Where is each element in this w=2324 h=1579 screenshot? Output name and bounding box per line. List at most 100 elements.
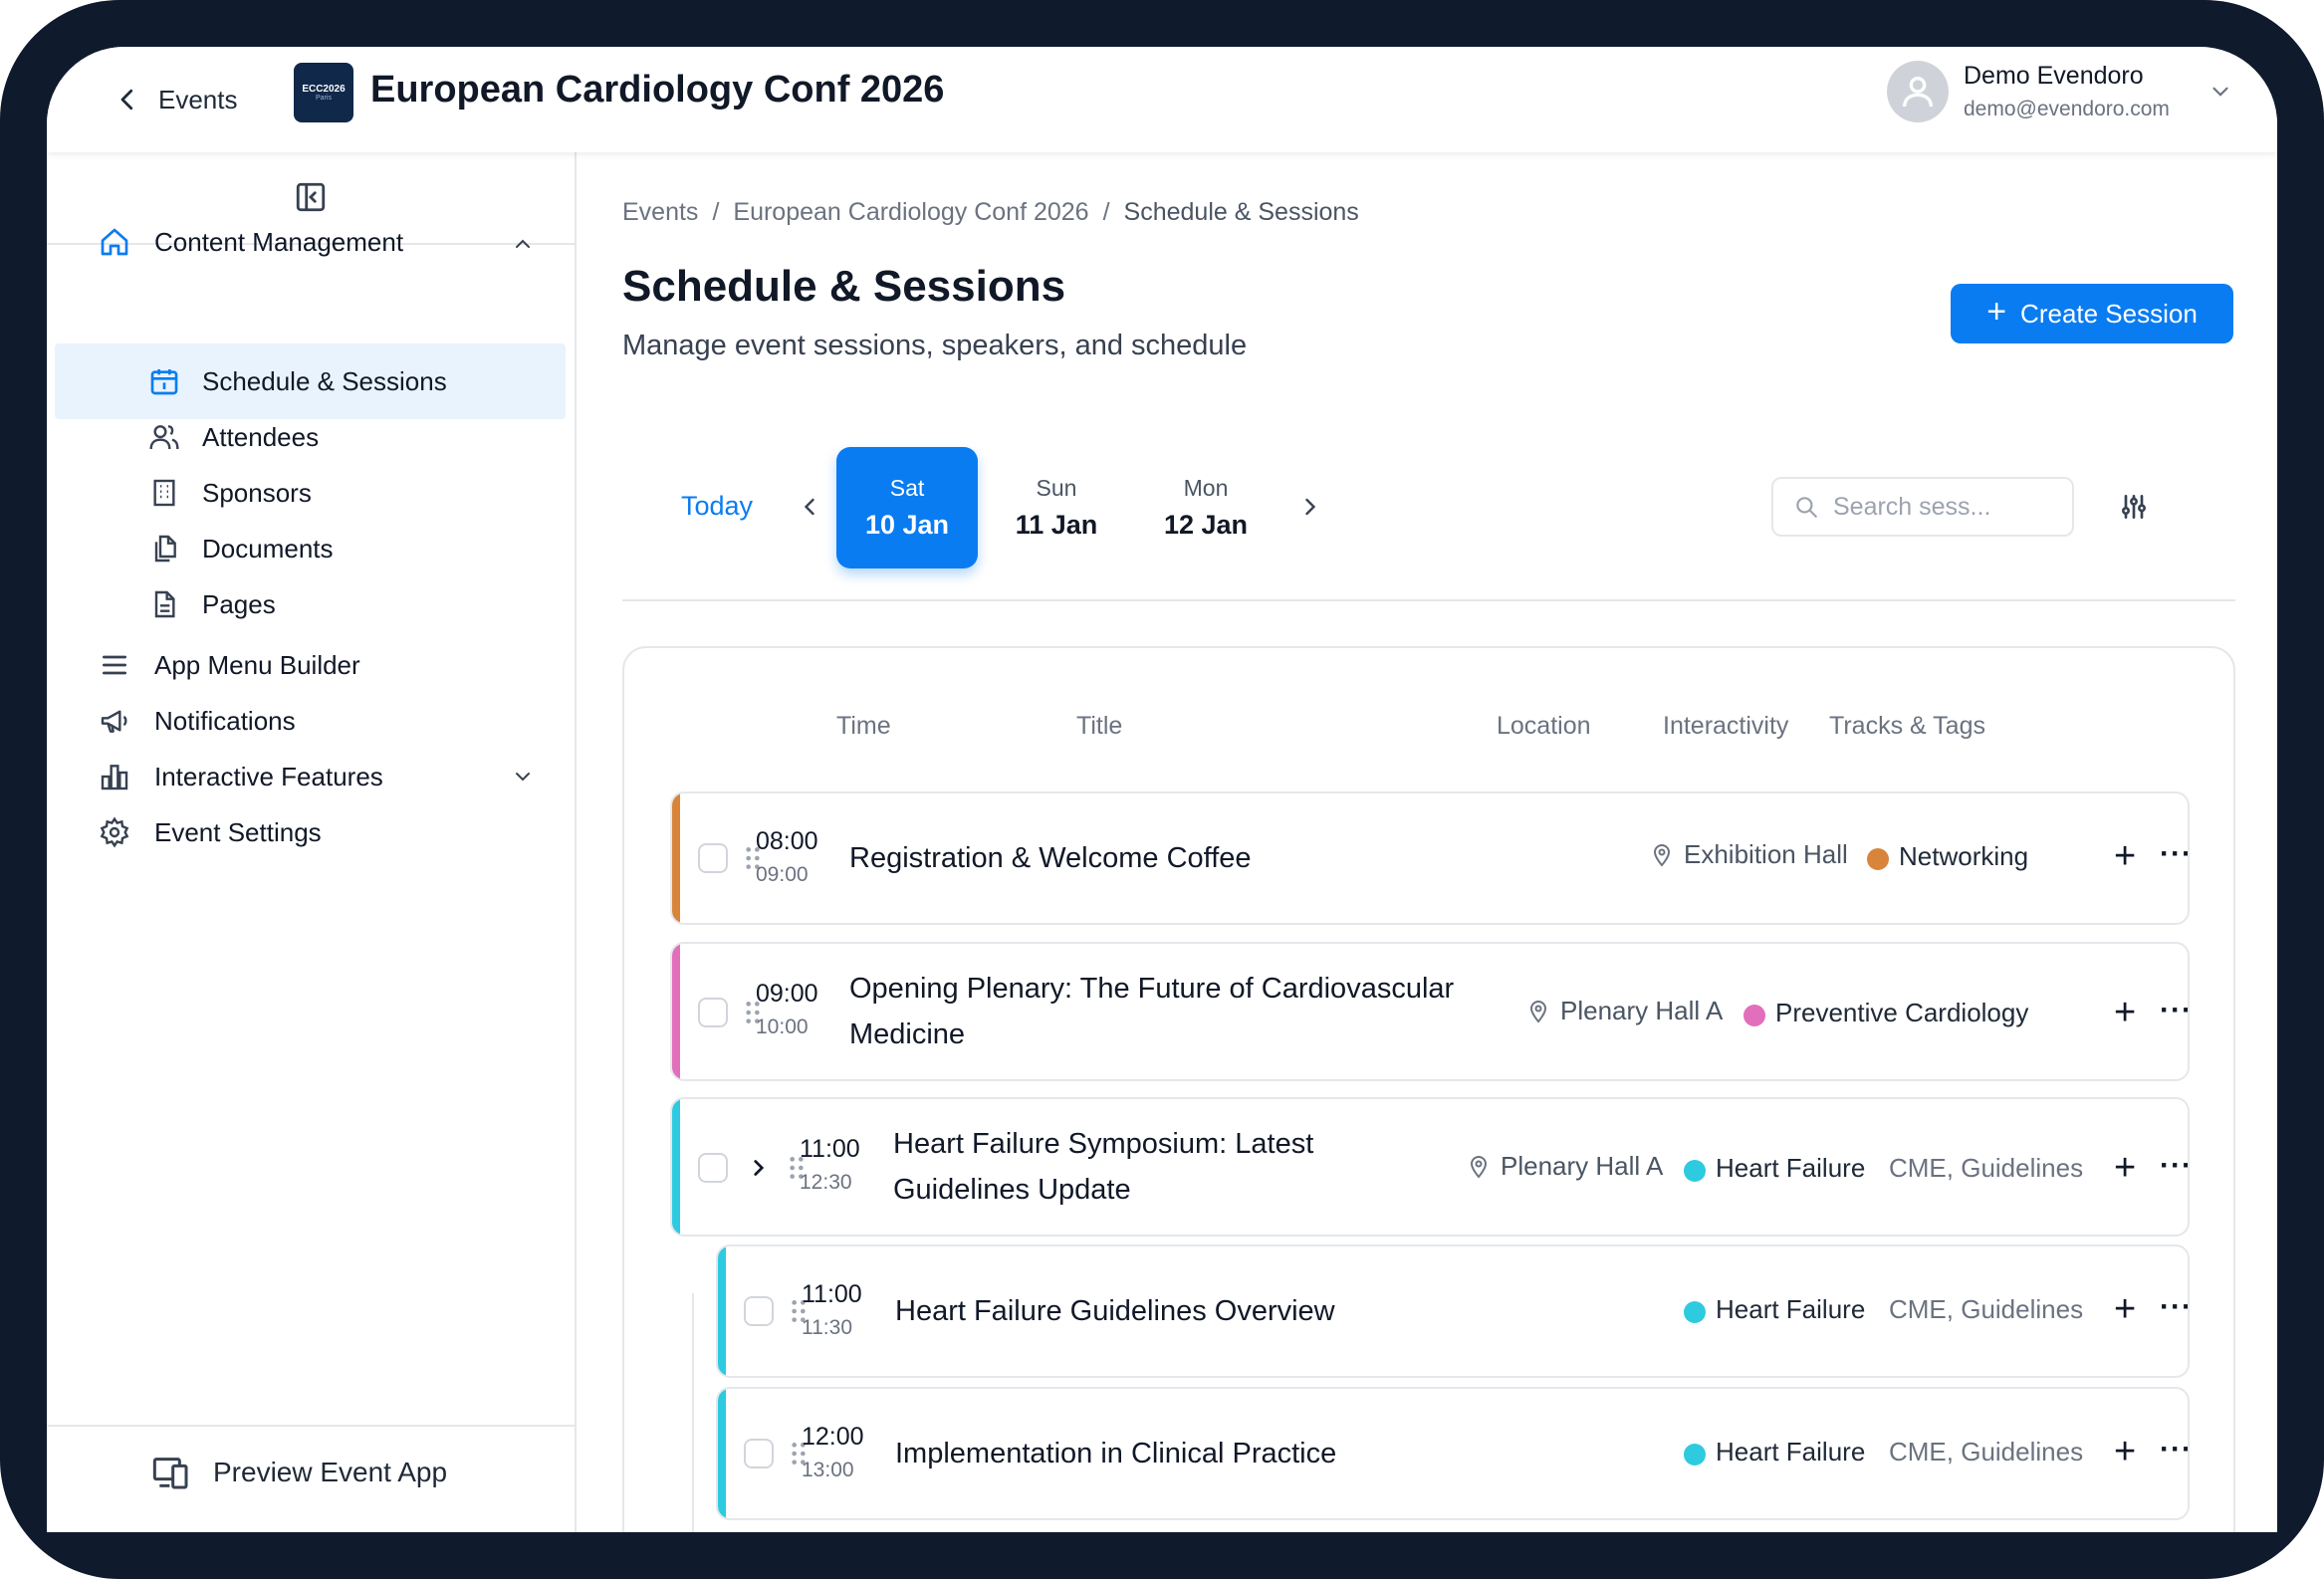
row-checkbox[interactable] xyxy=(698,998,728,1027)
more-options-button[interactable]: ··· xyxy=(2160,1149,2188,1183)
session-start-time: 12:00 xyxy=(802,1423,864,1451)
back-to-events-link[interactable]: Events xyxy=(113,77,238,122)
chevron-up-icon[interactable] xyxy=(511,232,535,256)
page-subtitle: Manage event sessions, speakers, and sch… xyxy=(622,330,1248,361)
table-row[interactable]: 12:00 13:00 Implementation in Clinical P… xyxy=(716,1387,2190,1520)
user-name[interactable]: Demo Evendoro xyxy=(1964,62,2144,91)
more-options-button[interactable]: ··· xyxy=(2160,1290,2188,1324)
session-title[interactable]: Registration & Welcome Coffee xyxy=(849,835,1252,881)
documents-icon xyxy=(146,531,182,566)
location-pin-icon xyxy=(1529,1000,1547,1023)
top-bar: Events ECC2026 Paris European Cardiology… xyxy=(47,47,2277,152)
date-dow: Sun xyxy=(1036,475,1077,501)
session-title-line: Medicine xyxy=(849,1018,966,1050)
track-color-bar xyxy=(672,793,680,923)
session-location: Exhibition Hall xyxy=(1650,839,1848,870)
add-button[interactable]: + xyxy=(2114,1290,2136,1328)
session-start-time: 11:00 xyxy=(800,1135,860,1163)
session-location: Plenary Hall A xyxy=(1467,1151,1663,1182)
date-tab-sun[interactable]: Sun 11 Jan xyxy=(986,447,1127,568)
location-label: Plenary Hall A xyxy=(1501,1151,1664,1181)
app-screen: Events ECC2026 Paris European Cardiology… xyxy=(47,47,2277,1532)
gear-icon xyxy=(97,814,132,850)
sidebar-item-label: Content Management xyxy=(154,226,404,257)
event-logo-subtext: Paris xyxy=(316,94,332,102)
add-button[interactable]: + xyxy=(2114,1433,2136,1470)
session-title[interactable]: Opening Plenary: The Future of Cardiovas… xyxy=(849,966,1454,1057)
tags-label: CME, Guidelines xyxy=(1889,1437,2084,1466)
column-header-time: Time xyxy=(836,712,891,740)
track-dot xyxy=(1867,848,1889,870)
add-button[interactable]: + xyxy=(2114,837,2136,875)
location-pin-icon xyxy=(1653,843,1671,867)
session-start-time: 11:00 xyxy=(802,1280,862,1308)
track-color-bar xyxy=(672,1099,680,1235)
track-label: Preventive Cardiology xyxy=(1775,998,2029,1027)
filter-sliders-icon[interactable] xyxy=(2118,491,2150,523)
session-title[interactable]: Implementation in Clinical Practice xyxy=(895,1431,1336,1476)
table-row[interactable]: 08:00 09:00 Registration & Welcome Coffe… xyxy=(670,791,2190,925)
date-dow: Sat xyxy=(889,475,925,501)
add-button[interactable]: + xyxy=(2114,994,2136,1031)
chevron-right-icon[interactable] xyxy=(746,1155,772,1181)
row-checkbox[interactable] xyxy=(744,1439,774,1468)
breadcrumb-item-event[interactable]: European Cardiology Conf 2026 xyxy=(733,198,1088,227)
breadcrumb-separator: / xyxy=(1102,198,1110,226)
preview-label: Preview Event App xyxy=(213,1457,448,1487)
menu-icon xyxy=(97,647,132,683)
row-checkbox[interactable] xyxy=(698,1153,728,1183)
sidebar-item-label: Event Settings xyxy=(154,816,322,847)
child-sessions-connector xyxy=(692,1293,694,1532)
preview-event-app-button[interactable]: Preview Event App xyxy=(151,1453,447,1492)
table-row[interactable]: 09:00 10:00 Opening Plenary: The Future … xyxy=(670,942,2190,1081)
event-logo: ECC2026 Paris xyxy=(294,63,353,122)
table-row[interactable]: 11:00 11:30 Heart Failure Guidelines Ove… xyxy=(716,1244,2190,1378)
column-header-tracks-tags: Tracks & Tags xyxy=(1829,712,1985,740)
add-button[interactable]: + xyxy=(2114,1149,2136,1187)
track-color-bar xyxy=(718,1389,726,1518)
date-tab-mon[interactable]: Mon 12 Jan xyxy=(1135,447,1277,568)
chevron-down-icon[interactable] xyxy=(2208,79,2233,105)
table-row[interactable]: 11:00 12:30 Heart Failure Symposium: Lat… xyxy=(670,1097,2190,1237)
chevron-left-icon[interactable] xyxy=(796,493,823,521)
session-title-line: Heart Failure Symposium: Latest xyxy=(893,1128,1314,1160)
date-day-month: 11 Jan xyxy=(1015,510,1098,540)
breadcrumb-item-events[interactable]: Events xyxy=(622,198,698,227)
tags-label: CME, Guidelines xyxy=(1889,1153,2084,1183)
search-input[interactable] xyxy=(1831,491,2050,523)
track-dot xyxy=(1743,1005,1765,1026)
session-end-time: 11:30 xyxy=(802,1316,852,1339)
avatar[interactable] xyxy=(1887,61,1949,122)
calendar-icon xyxy=(146,363,182,399)
track-color-bar xyxy=(718,1246,726,1376)
sidebar-item-event-settings[interactable]: Event Settings xyxy=(97,794,322,870)
session-search[interactable] xyxy=(1771,477,2074,537)
session-title[interactable]: Heart Failure Guidelines Overview xyxy=(895,1288,1335,1334)
more-options-button[interactable]: ··· xyxy=(2160,994,2188,1027)
sidebar-item-content-management[interactable]: Content Management xyxy=(97,204,403,280)
session-title[interactable]: Heart Failure Symposium: Latest Guidelin… xyxy=(893,1121,1313,1213)
track-dot xyxy=(1684,1160,1706,1182)
track-dot xyxy=(1684,1301,1706,1323)
chevron-down-icon[interactable] xyxy=(511,765,535,789)
row-checkbox[interactable] xyxy=(744,1296,774,1326)
sidebar-item-label: Documents xyxy=(202,533,334,564)
sidebar-item-label: Interactive Features xyxy=(154,761,383,791)
session-location: Plenary Hall A xyxy=(1526,996,1723,1026)
users-icon xyxy=(146,419,182,455)
home-icon xyxy=(97,224,132,260)
more-options-button[interactable]: ··· xyxy=(2160,837,2188,871)
more-options-button[interactable]: ··· xyxy=(2160,1433,2188,1466)
today-button[interactable]: Today xyxy=(681,491,753,522)
sidebar-item-label: App Menu Builder xyxy=(154,649,360,680)
search-icon xyxy=(1796,497,1817,518)
column-header-title: Title xyxy=(1076,712,1123,740)
sidebar-item-label: Pages xyxy=(202,588,276,619)
create-session-button[interactable]: + Create Session xyxy=(1951,284,2233,343)
chevron-right-icon[interactable] xyxy=(1296,493,1324,521)
row-checkbox[interactable] xyxy=(698,843,728,873)
user-icon xyxy=(1903,77,1933,108)
session-title-line: Opening Plenary: The Future of Cardiovas… xyxy=(849,973,1455,1005)
page-title: Schedule & Sessions xyxy=(622,262,1066,311)
date-tab-sat[interactable]: Sat 10 Jan xyxy=(836,447,978,568)
